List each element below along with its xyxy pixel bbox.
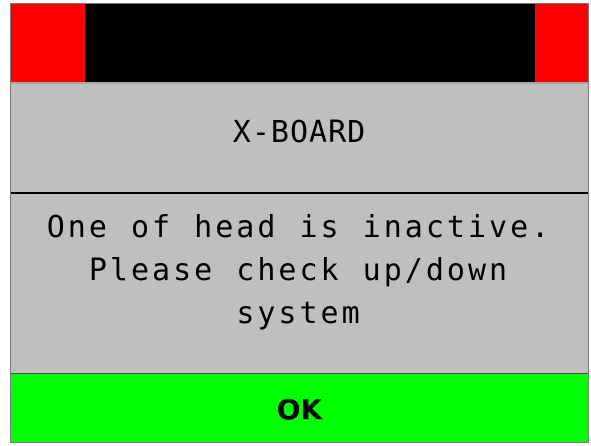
- alert-dialog: X-BOARD One of head is inactive. Please …: [10, 3, 589, 443]
- message-line-3: system: [236, 296, 363, 331]
- ok-button[interactable]: OK: [11, 373, 588, 442]
- message-line-1: One of head is inactive.: [46, 210, 553, 245]
- message-line-2: Please check up/down: [88, 253, 511, 288]
- title-bar-center: [85, 4, 535, 82]
- title-bar: [11, 4, 588, 82]
- ok-button-label: OK: [276, 392, 323, 426]
- title-bar-separator: [11, 82, 588, 84]
- dialog-message: One of head is inactive. Please check up…: [11, 206, 588, 335]
- divider: [11, 192, 588, 194]
- dialog-heading: X-BOARD: [232, 115, 367, 150]
